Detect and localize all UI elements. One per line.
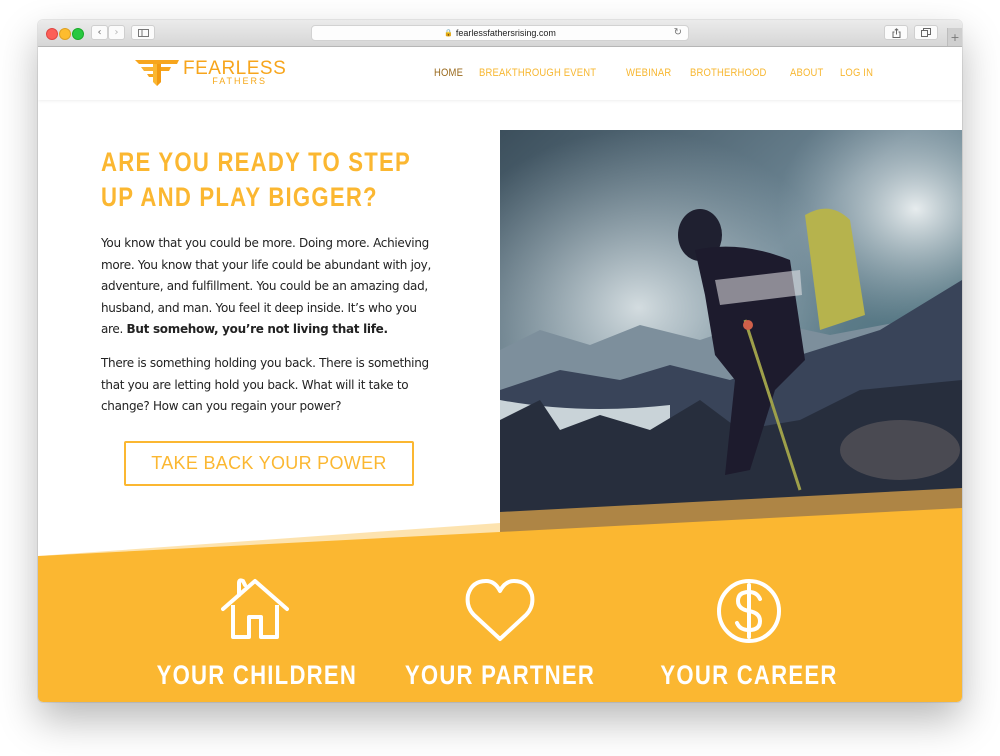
minimize-window-button[interactable]: [59, 28, 71, 40]
reload-icon[interactable]: ↻: [674, 27, 682, 38]
nav-log-in[interactable]: LOG IN: [840, 67, 873, 79]
nav-webinar[interactable]: WEBINAR: [626, 67, 671, 79]
zoom-window-button[interactable]: [72, 28, 84, 40]
house-icon: [221, 578, 289, 639]
hero-title: ARE YOU READY TO STEP UP AND PLAY BIGGER…: [101, 147, 411, 212]
new-tab-button[interactable]: +: [947, 28, 962, 46]
feature-your-partner[interactable]: YOUR PARTNER: [380, 575, 620, 690]
tabs-overview-button[interactable]: [914, 25, 938, 40]
close-window-button[interactable]: [46, 28, 58, 40]
nav-brotherhood[interactable]: BROTHERHOOD: [690, 67, 767, 79]
hero-paragraph-1-emphasis: But somehow, you’re not living that life…: [126, 322, 388, 336]
sidebar-icon: [137, 28, 149, 37]
logo-mark-icon: [135, 60, 179, 86]
share-icon: [892, 27, 900, 38]
nav-home[interactable]: HOME: [434, 67, 463, 79]
browser-toolbar: ‹ › 🔒 fearlessfathersrising.com ↻ +: [38, 20, 962, 47]
back-button[interactable]: ‹: [91, 25, 108, 40]
heart-icon: [465, 579, 535, 641]
feature-your-career[interactable]: YOUR CAREER: [629, 575, 869, 690]
plus-icon: +: [950, 30, 960, 44]
feature-label: YOUR CAREER: [660, 660, 838, 690]
nav-about[interactable]: ABOUT: [790, 67, 823, 79]
sidebar-button[interactable]: [131, 25, 155, 40]
address-bar[interactable]: 🔒 fearlessfathersrising.com ↻: [311, 25, 689, 41]
hero-paragraph-1-text: You know that you could be more. Doing m…: [101, 236, 431, 336]
logo[interactable]: FEARLESS FATHERS: [135, 57, 286, 87]
share-button[interactable]: [884, 25, 908, 40]
chevron-left-icon: ‹: [97, 27, 102, 38]
feature-label: YOUR CHILDREN: [156, 660, 358, 690]
site-header: FEARLESS FATHERS HOME BREAKTHROUGH EVENT…: [38, 47, 962, 100]
hero-image: [500, 130, 962, 525]
feature-your-children[interactable]: YOUR CHILDREN: [135, 575, 375, 690]
dollar-circle-icon: [717, 579, 781, 643]
lock-icon: 🔒: [444, 30, 453, 37]
tabs-icon: [921, 28, 931, 37]
hero-paragraph-2: There is something holding you back. The…: [101, 356, 429, 413]
main-nav: HOME BREAKTHROUGH EVENT WEBINAR BROTHERH…: [434, 67, 873, 79]
nav-breakthrough-event[interactable]: BREAKTHROUGH EVENT: [479, 67, 596, 79]
feature-label: YOUR PARTNER: [404, 660, 596, 690]
logo-text-primary: FEARLESS: [183, 57, 287, 79]
hero-paragraph-1: You know that you could be more. Doing m…: [101, 233, 441, 341]
url-text: fearlessfathersrising.com: [455, 28, 556, 38]
chevron-right-icon: ›: [114, 27, 119, 38]
browser-window: ‹ › 🔒 fearlessfathersrising.com ↻ + FEAR…: [38, 20, 962, 702]
forward-button[interactable]: ›: [108, 25, 125, 40]
